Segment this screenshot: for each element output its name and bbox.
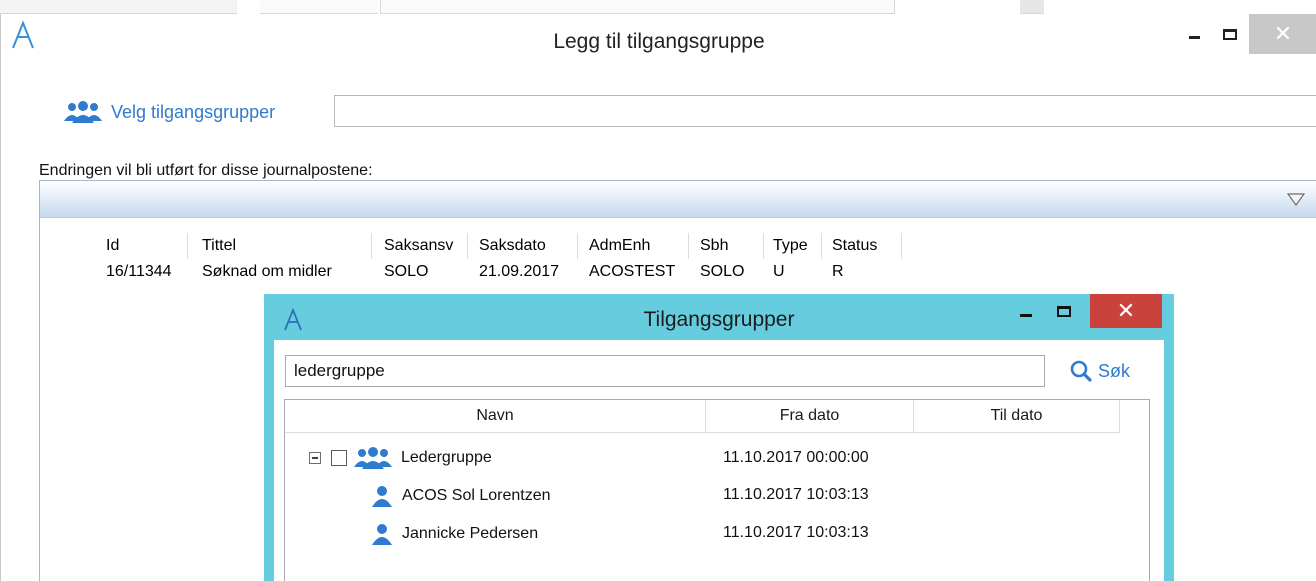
user-icon xyxy=(372,524,392,545)
cell-saksdato[interactable]: 21.09.2017 xyxy=(471,260,559,284)
maximize-button[interactable] xyxy=(1213,16,1247,52)
column-header-sbh[interactable]: Sbh xyxy=(692,233,764,259)
column-header-admenh[interactable]: AdmEnh xyxy=(581,233,689,259)
minimize-icon xyxy=(1188,35,1200,39)
minimize-button[interactable] xyxy=(1177,16,1211,52)
close-icon: ✕ xyxy=(1273,21,1293,46)
close-button[interactable]: ✕ xyxy=(1249,14,1316,54)
background-window xyxy=(1020,0,1044,14)
cell-saksansv[interactable]: SOLO xyxy=(376,260,428,284)
background-window xyxy=(380,0,895,14)
user-icon xyxy=(372,486,392,507)
search-icon xyxy=(1070,360,1092,382)
user-fra-dato: 11.10.2017 10:03:13 xyxy=(723,486,869,503)
dropdown-triangle-icon[interactable] xyxy=(1287,193,1305,206)
minimize-icon xyxy=(1020,313,1032,317)
cell-sbh[interactable]: SOLO xyxy=(692,260,744,284)
selected-access-groups-field[interactable] xyxy=(334,95,1316,127)
group-icon xyxy=(354,447,392,469)
column-header-id[interactable]: Id xyxy=(98,233,188,259)
background-window xyxy=(0,0,237,14)
grid-group-panel xyxy=(40,181,1316,218)
group-fra-dato: 11.10.2017 00:00:00 xyxy=(723,449,869,466)
user-name: ACOS Sol Lorentzen xyxy=(402,487,551,504)
cell-type[interactable]: U xyxy=(765,260,785,284)
column-header-fra-dato[interactable]: Fra dato xyxy=(706,400,914,433)
column-header-til-dato[interactable]: Til dato xyxy=(914,400,1120,433)
column-header-type[interactable]: Type xyxy=(765,233,822,259)
column-header-navn[interactable]: Navn xyxy=(285,400,706,433)
cell-tittel[interactable]: Søknad om midler xyxy=(194,260,332,284)
column-header-tittel[interactable]: Tittel xyxy=(194,233,372,259)
collapse-toggle-icon[interactable] xyxy=(309,452,321,464)
popup-minimize-button[interactable] xyxy=(1008,294,1044,328)
select-access-groups-label: Velg tilgangsgrupper xyxy=(111,101,276,122)
popup-content: ledergruppe Søk Navn Fra dato Til dato L… xyxy=(274,340,1164,581)
popup-maximize-button[interactable] xyxy=(1046,294,1082,328)
search-button[interactable]: Søk xyxy=(1070,355,1130,387)
popup-close-button[interactable]: ✕ xyxy=(1090,294,1162,328)
access-groups-tree-grid: Navn Fra dato Til dato Ledergruppe 11.10… xyxy=(284,399,1150,581)
close-icon: ✕ xyxy=(1116,298,1136,323)
select-access-groups-link[interactable]: Velg tilgangsgrupper xyxy=(63,97,275,127)
maximize-icon xyxy=(1057,305,1071,317)
column-header-saksansv[interactable]: Saksansv xyxy=(376,233,468,259)
cell-admenh[interactable]: ACOSTEST xyxy=(581,260,675,284)
column-header-saksdato[interactable]: Saksdato xyxy=(471,233,578,259)
main-title-bar[interactable]: Legg til tilgangsgruppe ✕ xyxy=(1,14,1316,68)
user-name: Jannicke Pedersen xyxy=(402,525,539,542)
background-window xyxy=(260,0,378,14)
tree-row-group[interactable]: Ledergruppe xyxy=(309,445,492,471)
main-window-title: Legg til tilgangsgruppe xyxy=(553,30,765,53)
group-name: Ledergruppe xyxy=(401,449,492,466)
search-input[interactable]: ledergruppe xyxy=(285,355,1045,387)
tree-row-user[interactable]: Jannicke Pedersen xyxy=(371,521,538,547)
user-fra-dato: 11.10.2017 10:03:13 xyxy=(723,524,869,541)
group-icon xyxy=(64,101,102,123)
cell-id[interactable]: 16/11344 xyxy=(98,260,172,284)
maximize-icon xyxy=(1223,28,1237,40)
group-checkbox[interactable] xyxy=(331,450,347,466)
access-groups-popup: Tilgangsgrupper ✕ ledergruppe Søk Navn F… xyxy=(264,294,1174,581)
cell-status[interactable]: R xyxy=(824,260,844,284)
tree-row-user[interactable]: ACOS Sol Lorentzen xyxy=(371,483,551,509)
search-button-label: Søk xyxy=(1098,360,1131,381)
info-text: Endringen vil bli utført for disse journ… xyxy=(39,162,373,179)
screen: Legg til tilgangsgruppe ✕ Velg tilgangsg… xyxy=(0,0,1316,581)
column-header-status[interactable]: Status xyxy=(824,233,902,259)
